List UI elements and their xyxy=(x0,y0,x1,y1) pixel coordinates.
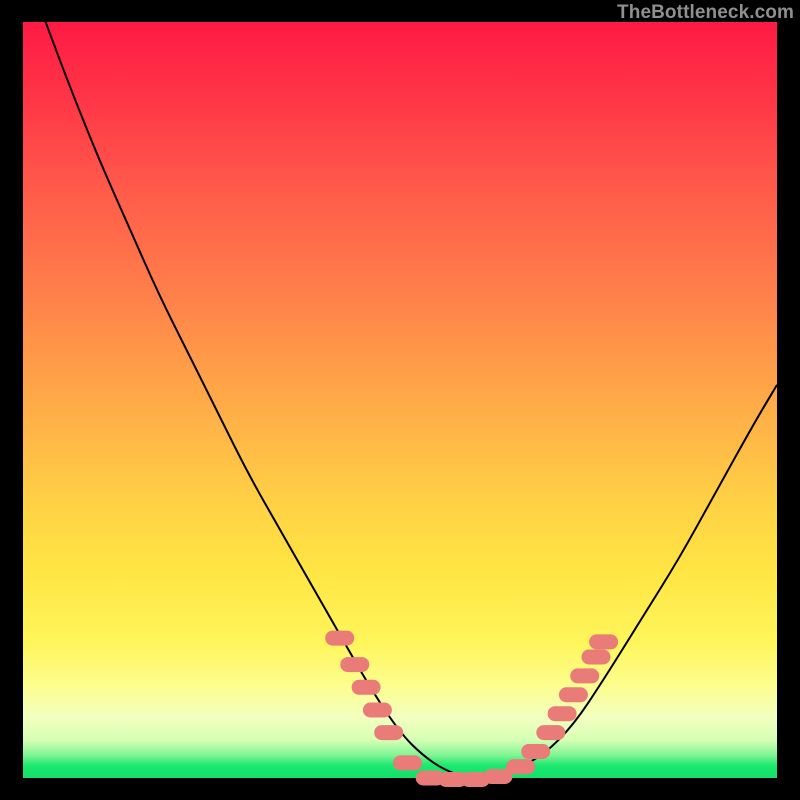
data-marker xyxy=(326,631,354,645)
data-marker xyxy=(352,680,380,694)
data-marker xyxy=(484,770,512,784)
data-marker xyxy=(559,688,587,702)
data-marker xyxy=(590,635,618,649)
data-marker xyxy=(571,669,599,683)
data-marker xyxy=(341,658,369,672)
watermark-text: TheBottleneck.com xyxy=(617,2,794,24)
data-marker xyxy=(537,726,565,740)
data-marker xyxy=(363,703,391,717)
chart-svg xyxy=(23,22,777,778)
data-marker xyxy=(507,760,535,774)
data-marker xyxy=(582,650,610,664)
chart-frame: TheBottleneck.com xyxy=(0,0,800,800)
data-marker xyxy=(522,745,550,759)
marker-group xyxy=(326,631,618,786)
data-marker xyxy=(394,756,422,770)
bottleneck-curve xyxy=(46,22,777,778)
data-marker xyxy=(375,726,403,740)
data-marker xyxy=(548,707,576,721)
